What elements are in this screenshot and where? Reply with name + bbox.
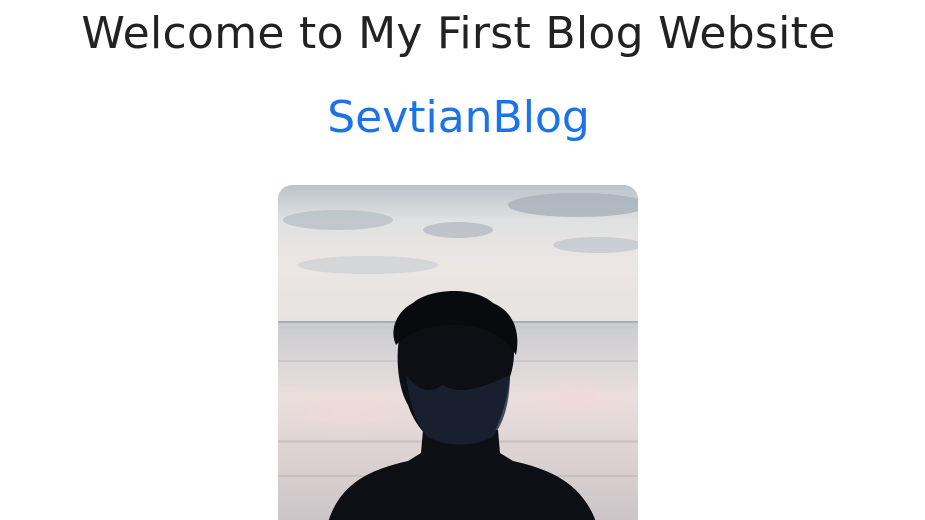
profile-image: [278, 185, 638, 520]
silhouette-person-beach-icon: [278, 185, 638, 520]
page-title: Welcome to My First Blog Website: [81, 8, 836, 59]
brand-link[interactable]: SevtianBlog: [0, 92, 917, 144]
